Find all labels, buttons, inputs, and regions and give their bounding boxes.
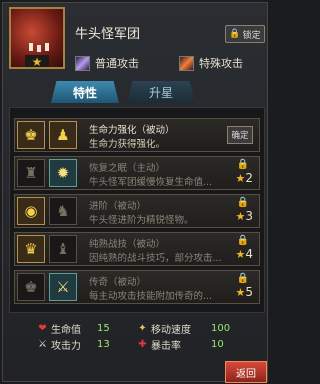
stat-label: 暴击率 [151, 341, 181, 352]
tab-bar: 特性 升星 [51, 81, 195, 103]
skill-desc: 牛头怪军团缓慢恢复生命值... [89, 177, 213, 188]
special-attack-label: 特殊攻击 [199, 57, 243, 70]
skill-row[interactable]: ♛ ♝ 纯熟战技（被动） 因纯熟的战斗技巧，部分攻击... 🔒 ★4 [14, 232, 260, 266]
skill-row[interactable]: ♜ ✹ 恢复之眠（主动） 牛头怪军团缓慢恢复生命值... 🔒 ★2 [14, 156, 260, 190]
skill-desc: 每主动攻击技能附加传奇的... [89, 291, 213, 302]
tab-upgrade-star[interactable]: 升星 [127, 81, 195, 103]
skill-title: 生命力强化（被动） [89, 125, 175, 136]
skill-title: 纯熟战技（被动） [89, 239, 166, 250]
lock-icon: 🔒 [236, 273, 249, 284]
stat-move-speed: ✦ 移动速度 100 [137, 321, 230, 336]
star-requirement: ★3 [235, 209, 253, 223]
stat-attack: ⚔ 攻击力 13 [37, 337, 110, 352]
skill-desc: 因纯熟的战斗技巧，部分攻击... [89, 253, 222, 264]
confirm-button[interactable]: 确定 [227, 126, 253, 144]
legend-icon: ♚ [17, 273, 45, 301]
heart-icon: ❤ [38, 323, 47, 334]
sword-stat-icon: ⚔ [38, 339, 47, 350]
lock-icon: 🔒 [236, 159, 249, 170]
sword-icon: ⚔ [49, 273, 77, 301]
rank-up-icon: ◉ [17, 197, 45, 225]
skill-title: 进阶（被动） [89, 201, 147, 212]
vitality-icon: ♚ [17, 121, 45, 149]
fighter-icon: ♝ [49, 235, 77, 263]
lock-button[interactable]: 🔒 锁定 [225, 25, 265, 43]
stat-crit-rate: ✚ 暴击率 10 [137, 337, 223, 352]
stat-value: 13 [97, 339, 110, 350]
skill-desc: 牛头怪进阶为精锐怪物。 [89, 215, 194, 226]
vitality-skill-icon: ♟ [49, 121, 77, 149]
skill-desc: 生命力获得强化。 [89, 139, 166, 150]
boot-icon: ✦ [138, 323, 147, 334]
lock-icon: 🔒 [236, 197, 249, 208]
special-attack-icon [179, 55, 194, 71]
tab-traits[interactable]: 特性 [51, 81, 119, 103]
unit-portrait[interactable]: ★ [9, 7, 65, 69]
skill-title: 传奇（被动） [89, 277, 147, 288]
stat-hp: ❤ 生命值 15 [37, 321, 109, 336]
star-requirement: ★5 [235, 285, 253, 299]
stat-value: 10 [211, 339, 224, 350]
stat-value: 15 [97, 323, 110, 334]
stat-label: 攻击力 [51, 341, 81, 352]
star-requirement: ★2 [235, 171, 253, 185]
armor-icon: ♞ [49, 197, 77, 225]
stat-label: 移动速度 [151, 325, 191, 336]
lock-icon: 🔒 [236, 235, 249, 246]
unit-detail-panel: ★ 牛头怪军团 🔒 锁定 普通攻击 特殊攻击 特性 升星 ♚ ♟ 生命力强化（被… [2, 2, 268, 383]
special-attack[interactable]: 特殊攻击 [179, 55, 243, 71]
unit-star-rating: ★ [25, 55, 49, 67]
normal-attack-label: 普通攻击 [95, 57, 139, 70]
star-requirement: ★4 [235, 247, 253, 261]
combat-skill-icon: ♛ [17, 235, 45, 263]
stats-block: ❤ 生命值 15 ⚔ 攻击力 13 ✦ 移动速度 100 ✚ 暴击率 10 [37, 321, 257, 355]
skill-row[interactable]: ♚ ♟ 生命力强化（被动） 生命力获得强化。 确定 [14, 118, 260, 152]
crit-icon: ✚ [138, 339, 147, 350]
stat-label: 生命值 [51, 325, 81, 336]
back-button[interactable]: 返回 [225, 361, 267, 383]
burst-icon: ✹ [49, 159, 77, 187]
skill-row[interactable]: ♚ ⚔ 传奇（被动） 每主动攻击技能附加传奇的... 🔒 ★5 [14, 270, 260, 304]
stat-value: 100 [211, 323, 231, 334]
skill-title: 恢复之眠（主动） [89, 163, 166, 174]
skill-row[interactable]: ◉ ♞ 进阶（被动） 牛头怪进阶为精锐怪物。 🔒 ★3 [14, 194, 260, 228]
skill-list: ♚ ♟ 生命力强化（被动） 生命力获得强化。 确定 ♜ ✹ 恢复之眠（主动） 牛… [9, 107, 265, 313]
unit-name: 牛头怪军团 [75, 27, 141, 42]
normal-attack-icon [75, 55, 90, 71]
rest-icon: ♜ [17, 159, 45, 187]
lock-button-label: 锁定 [242, 30, 261, 41]
normal-attack[interactable]: 普通攻击 [75, 55, 139, 71]
lock-icon: 🔒 [229, 29, 241, 39]
